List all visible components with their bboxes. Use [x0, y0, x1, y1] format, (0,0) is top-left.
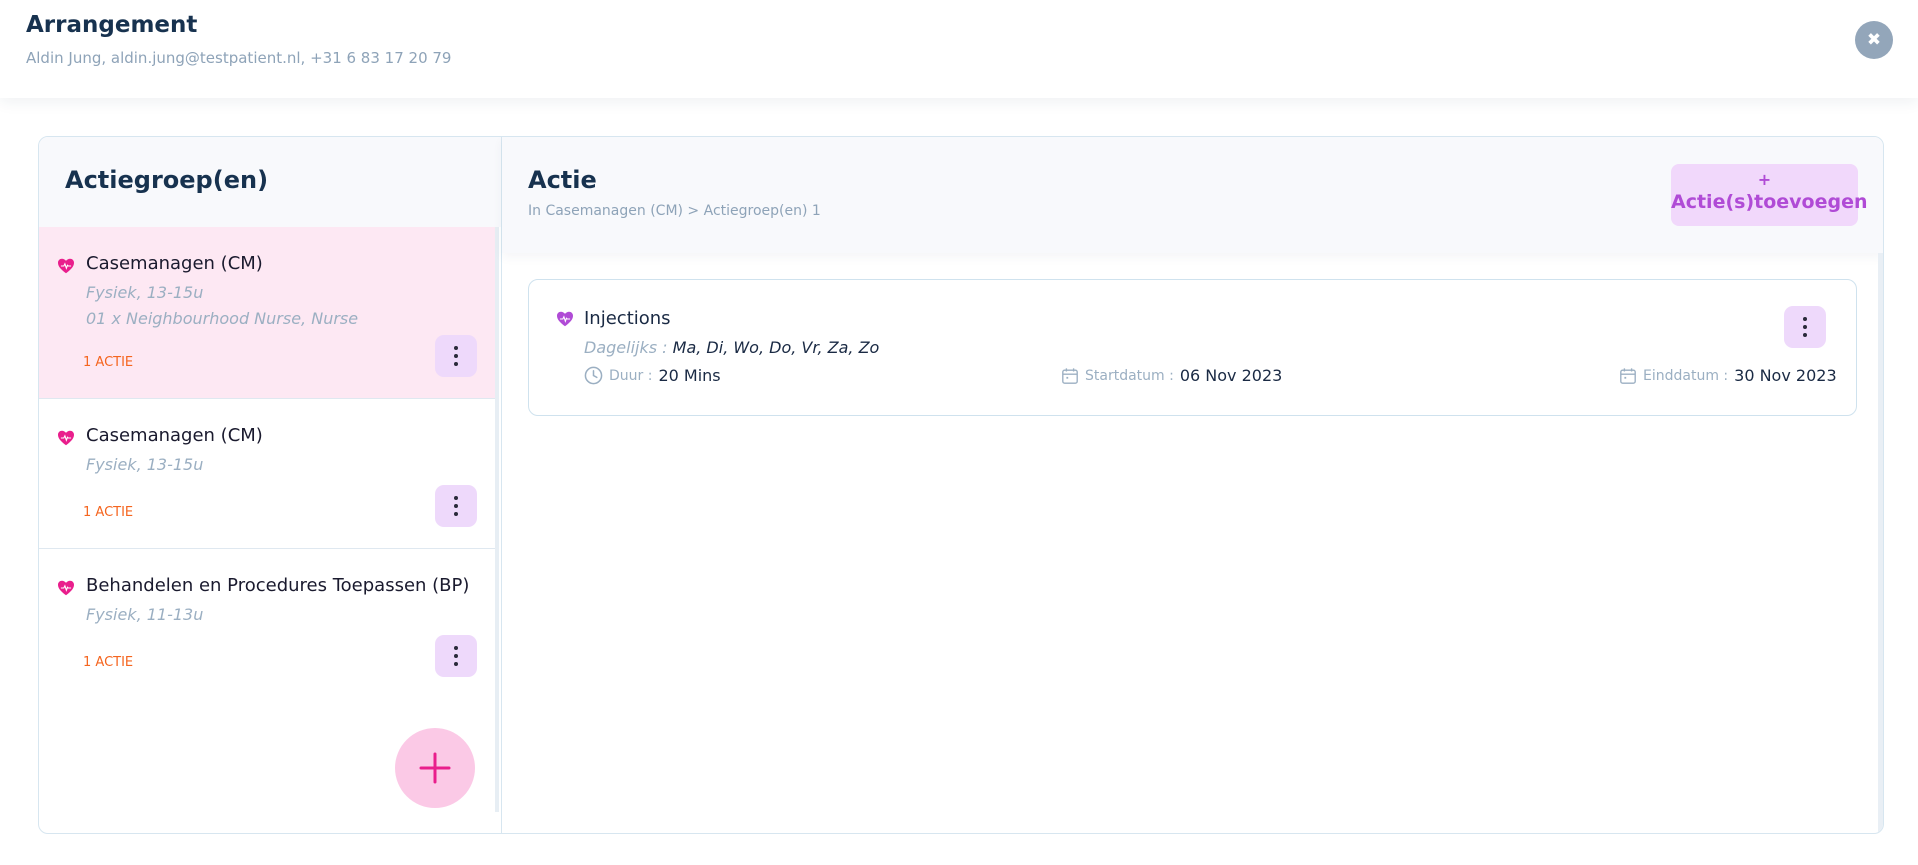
start-date-label: Startdatum : [1085, 367, 1174, 384]
more-dot [454, 654, 458, 658]
patient-info: Aldin Jung, aldin.jung@testpatient.nl, +… [26, 49, 452, 67]
clock-icon [584, 366, 603, 385]
action-group-schedule: Fysiek, 11-13u [86, 605, 204, 624]
action-groups-column: Actiegroep(en) Casemanagen (CM) Fysiek, … [39, 137, 501, 833]
more-dot [454, 346, 458, 350]
action-group-title: Casemanagen (CM) [86, 425, 263, 446]
more-options-button[interactable] [435, 335, 477, 377]
breadcrumb: In Casemanagen (CM) > Actiegroep(en) 1 [528, 203, 821, 219]
more-dot [454, 512, 458, 516]
end-date-label: Einddatum : [1643, 367, 1729, 384]
more-dot [454, 504, 458, 508]
more-dot [454, 354, 458, 358]
calendar-icon [1620, 367, 1636, 384]
action-group-item[interactable]: Casemanagen (CM) Fysiek, 13-15u 01 x Nei… [39, 227, 495, 399]
left-scrollbar[interactable] [495, 227, 499, 812]
action-card[interactable]: Injections Dagelijks : Ma, Di, Wo, Do, V… [528, 279, 1857, 416]
more-dot [1803, 317, 1807, 321]
add-actions-label: Actie(s)toevoegen [1671, 191, 1868, 213]
duration-label: Duur : [609, 367, 653, 384]
page-title: Arrangement [26, 12, 198, 38]
action-end-date: Einddatum : 30 Nov 2023 [1619, 366, 1837, 385]
more-dot [454, 496, 458, 500]
action-start-date: Startdatum : 06 Nov 2023 [1061, 366, 1282, 385]
action-group-item[interactable]: Casemanagen (CM) Fysiek, 13-15u 1 ACTIE [39, 399, 495, 549]
more-options-button[interactable] [435, 635, 477, 677]
add-actions-button[interactable]: + Actie(s)toevoegen [1671, 164, 1868, 226]
heart-pulse-icon [58, 580, 74, 596]
header: Arrangement Aldin Jung, aldin.jung@testp… [0, 0, 1918, 98]
right-scrollbar[interactable] [1878, 253, 1883, 833]
heart-pulse-icon [557, 311, 573, 327]
frequency-label: Dagelijks : [584, 338, 668, 357]
duration-value: 20 Mins [658, 366, 721, 385]
actions-column: Actie In Casemanagen (CM) > Actiegroep(e… [502, 137, 1883, 833]
more-options-button[interactable] [435, 485, 477, 527]
more-dot [454, 362, 458, 366]
action-group-schedule: Fysiek, 13-15u [86, 283, 204, 302]
action-duration: Duur : 20 Mins [584, 366, 721, 385]
close-icon: ✖ [1866, 30, 1882, 50]
frequency-value: Ma, Di, Wo, Do, Vr, Za, Zo [672, 338, 880, 357]
action-group-schedule: Fysiek, 13-15u [86, 455, 204, 474]
action-group-staff: 01 x Neighbourhood Nurse, Nurse [86, 309, 359, 328]
action-group-item[interactable]: Behandelen en Procedures Toepassen (BP) … [39, 549, 495, 699]
arrangement-panel: Actiegroep(en) Casemanagen (CM) Fysiek, … [38, 136, 1884, 834]
action-count: 1 ACTIE [83, 505, 134, 520]
action-groups-title: Actiegroep(en) [39, 137, 501, 227]
action-group-title: Casemanagen (CM) [86, 253, 263, 274]
action-count: 1 ACTIE [83, 655, 134, 670]
action-count: 1 ACTIE [83, 355, 134, 370]
actions-title: Actie [528, 166, 597, 194]
end-date-value: 30 Nov 2023 [1734, 366, 1837, 385]
calendar-icon [1062, 367, 1078, 384]
add-action-group-button[interactable] [395, 728, 475, 808]
more-dot [454, 662, 458, 666]
close-button[interactable]: ✖ [1855, 21, 1893, 59]
actions-header: Actie In Casemanagen (CM) > Actiegroep(e… [502, 137, 1883, 253]
more-dot [1803, 325, 1807, 329]
start-date-value: 06 Nov 2023 [1179, 366, 1283, 385]
action-name: Injections [584, 308, 671, 329]
action-frequency: Dagelijks : Ma, Di, Wo, Do, Vr, Za, Zo [584, 338, 879, 357]
plus-icon [419, 752, 451, 784]
heart-pulse-icon [58, 258, 74, 274]
heart-pulse-icon [58, 430, 74, 446]
action-group-title: Behandelen en Procedures Toepassen (BP) [86, 575, 470, 596]
more-options-button[interactable] [1784, 306, 1826, 348]
plus-icon: + [1757, 170, 1772, 189]
more-dot [454, 646, 458, 650]
more-dot [1803, 333, 1807, 337]
